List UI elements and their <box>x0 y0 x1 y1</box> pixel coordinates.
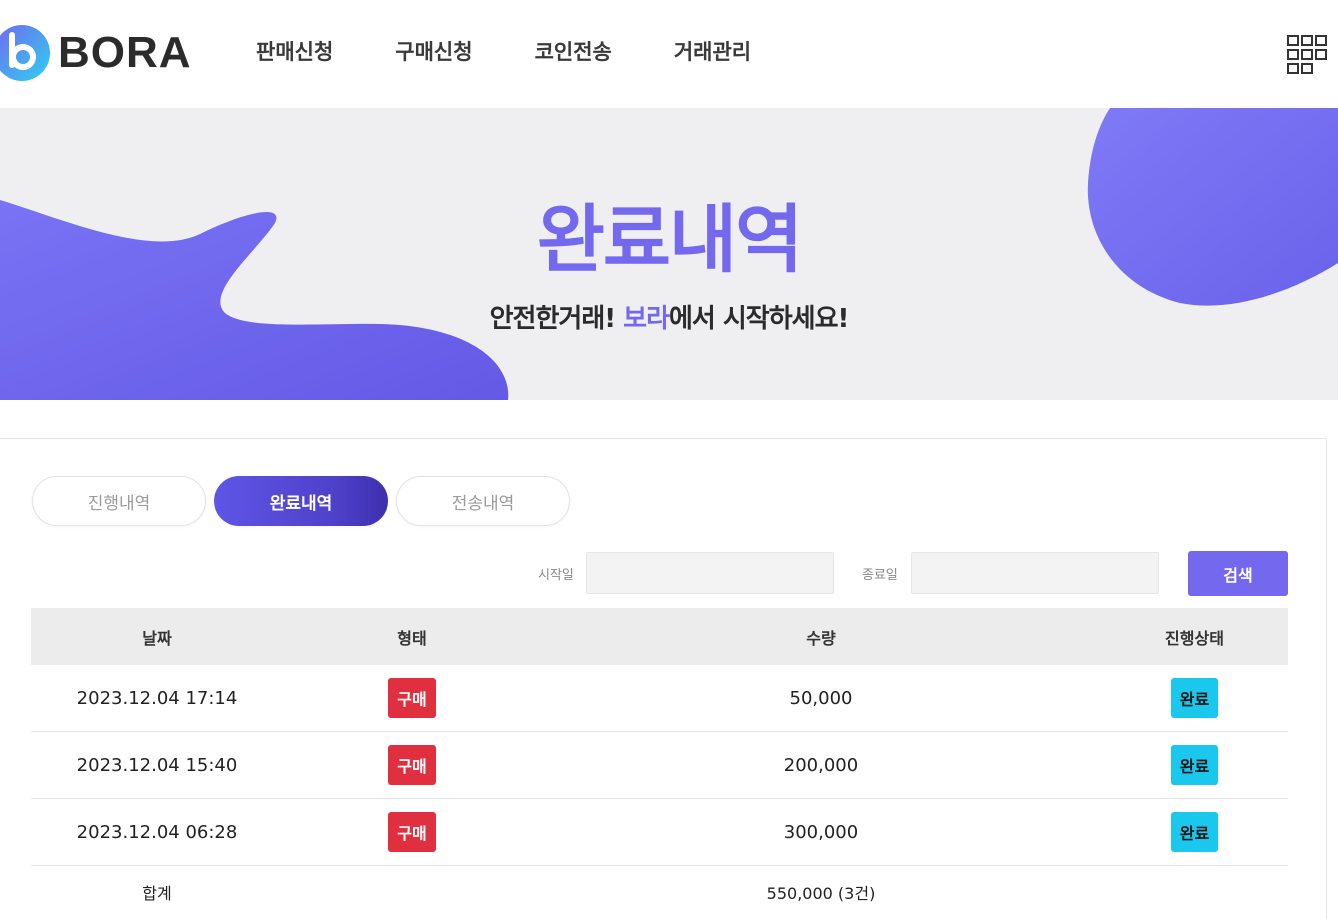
type-badge: 구매 <box>388 678 436 718</box>
tab-in-progress[interactable]: 진행내역 <box>32 476 206 526</box>
table-row: 2023.12.04 17:14 구매 50,000 완료 <box>31 665 1288 732</box>
cell-amount: 300,000 <box>541 798 1101 866</box>
nav-sell-request[interactable]: 판매신청 <box>256 36 333 66</box>
column-header-amount: 수량 <box>541 608 1101 665</box>
cell-type: 구매 <box>283 731 541 799</box>
nav-trade-management[interactable]: 거래관리 <box>674 36 751 66</box>
status-badge: 완료 <box>1170 812 1219 852</box>
cell-date: 2023.12.04 06:28 <box>31 798 283 866</box>
table-row: 2023.12.04 06:28 구매 300,000 완료 <box>31 798 1288 866</box>
column-header-date: 날짜 <box>31 608 283 665</box>
search-button[interactable]: 검색 <box>1188 551 1288 596</box>
type-badge: 구매 <box>388 745 436 785</box>
cell-type: 구매 <box>283 798 541 866</box>
cell-status: 완료 <box>1101 798 1288 866</box>
cell-date: 2023.12.04 17:14 <box>31 665 283 732</box>
main-nav: 판매신청 구매신청 코인전송 거래관리 <box>256 36 813 66</box>
brand-name: BORA <box>58 28 192 77</box>
cell-type: 구매 <box>283 665 541 732</box>
nav-coin-transfer[interactable]: 코인전송 <box>535 36 612 66</box>
column-header-status: 진행상태 <box>1101 608 1288 665</box>
subtitle-text-end: 에서 시작하세요! <box>669 304 849 334</box>
hero-banner: 완료내역 안전한거래! 보라에서 시작하세요! <box>0 108 1338 400</box>
table-total-row: 합계 550,000 (3건) <box>31 866 1288 919</box>
cell-amount: 200,000 <box>541 731 1101 799</box>
end-date-label: 종료일 <box>862 568 898 583</box>
completed-history-table: 날짜 형태 수량 진행상태 2023.12.04 17:14 구매 50,000… <box>31 608 1288 918</box>
nav-buy-request[interactable]: 구매신청 <box>395 36 472 66</box>
start-date-input[interactable] <box>586 552 834 594</box>
start-date-label: 시작일 <box>538 568 574 583</box>
subtitle-brand-accent: 보라 <box>623 304 670 334</box>
cell-status: 완료 <box>1101 665 1288 732</box>
history-tabs: 진행내역 완료내역 전송내역 <box>32 476 578 526</box>
grid-menu-icon[interactable] <box>1287 35 1327 75</box>
cell-amount: 50,000 <box>541 665 1101 732</box>
total-empty-cell <box>1101 866 1288 919</box>
date-search-bar: 시작일 종료일 <box>0 552 1338 596</box>
total-empty-cell <box>283 866 541 919</box>
end-date-input[interactable] <box>911 552 1159 594</box>
cell-date: 2023.12.04 15:40 <box>31 731 283 799</box>
site-header: BORA 판매신청 구매신청 코인전송 거래관리 <box>0 0 1338 108</box>
table-row: 2023.12.04 15:40 구매 200,000 완료 <box>31 731 1288 799</box>
status-badge: 완료 <box>1170 678 1219 718</box>
tab-transfer[interactable]: 전송내역 <box>396 476 570 526</box>
table-header-row: 날짜 형태 수량 진행상태 <box>31 608 1288 665</box>
tab-completed[interactable]: 완료내역 <box>214 476 388 526</box>
cell-status: 완료 <box>1101 731 1288 799</box>
hero-subtitle: 안전한거래! 보라에서 시작하세요! <box>0 298 1338 335</box>
status-badge: 완료 <box>1170 745 1219 785</box>
page-title: 완료내역 <box>536 197 803 283</box>
type-badge: 구매 <box>388 812 436 852</box>
bora-logo-icon <box>0 25 50 81</box>
total-value: 550,000 (3건) <box>766 884 876 903</box>
subtitle-text-start: 안전한거래! <box>489 304 624 334</box>
brand-logo[interactable]: BORA <box>0 22 192 84</box>
column-header-type: 형태 <box>283 608 541 665</box>
total-label: 합계 <box>142 884 172 903</box>
